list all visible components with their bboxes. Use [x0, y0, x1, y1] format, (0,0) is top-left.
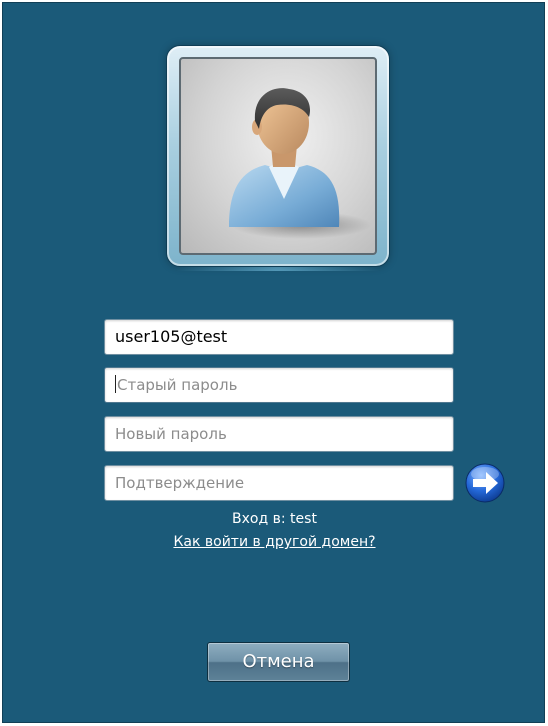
avatar-frame — [179, 57, 377, 255]
text-caret — [115, 375, 116, 393]
confirm-password-placeholder: Подтверждение — [115, 474, 245, 492]
user-tile — [166, 45, 390, 267]
user-avatar-icon — [229, 88, 371, 239]
username-field[interactable]: user105@test — [104, 319, 454, 355]
old-password-placeholder: Старый пароль — [117, 376, 238, 394]
new-password-placeholder: Новый пароль — [115, 425, 227, 443]
submit-button[interactable] — [462, 462, 508, 504]
arrow-right-icon — [465, 463, 505, 503]
cancel-button[interactable]: Отмена — [207, 642, 350, 682]
logon-screen: user105@test Старый пароль Новый пароль … — [2, 2, 545, 723]
new-password-field[interactable]: Новый пароль — [104, 416, 454, 452]
old-password-field[interactable]: Старый пароль — [104, 367, 454, 403]
confirm-password-field[interactable]: Подтверждение — [104, 465, 454, 501]
login-domain-text: Вход в: test — [232, 511, 317, 527]
other-domain-link[interactable]: Как войти в другой домен? — [3, 533, 546, 551]
